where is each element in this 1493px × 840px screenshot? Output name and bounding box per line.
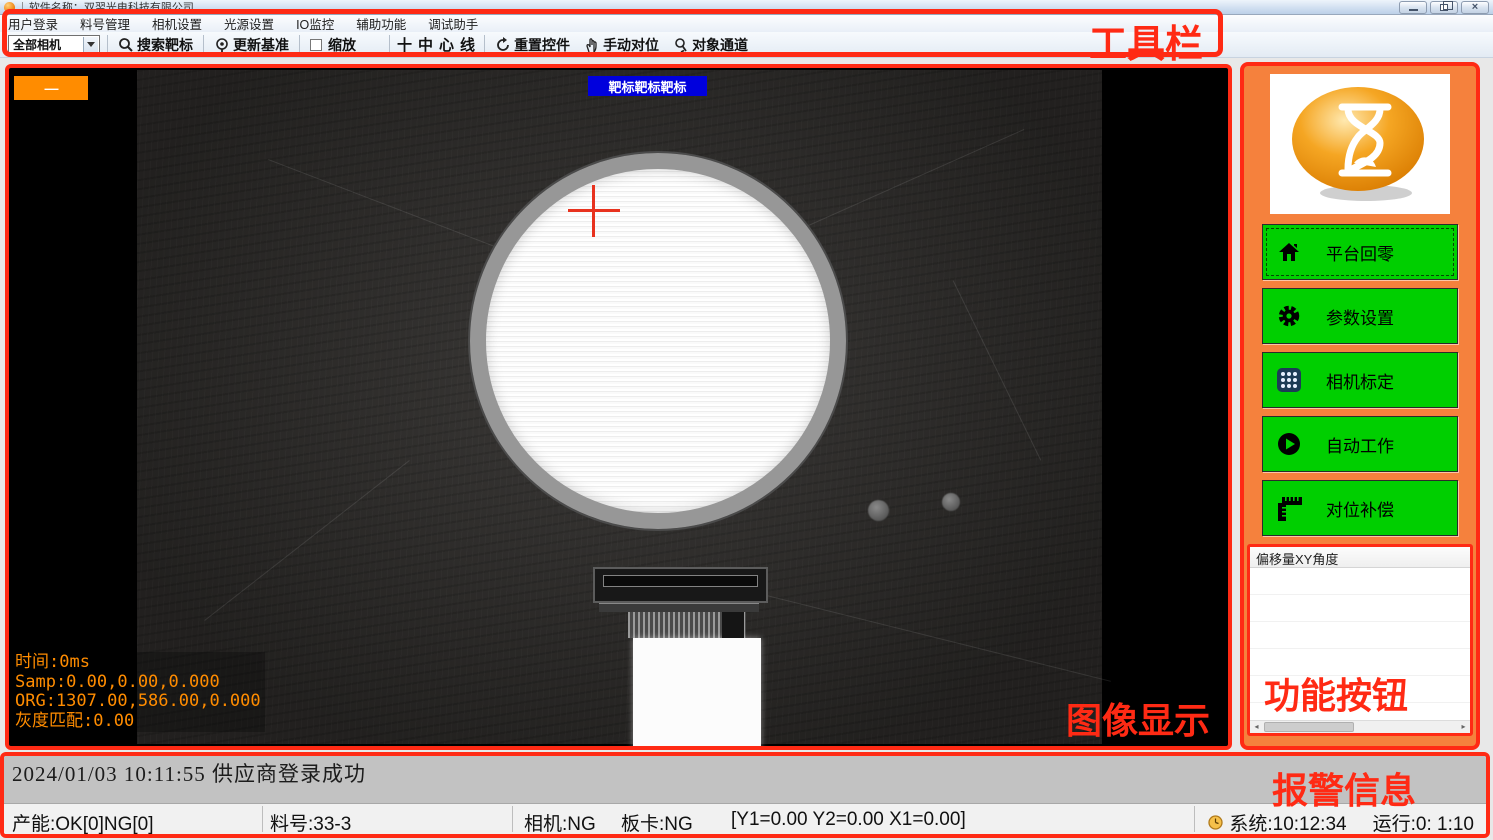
menu-aux-functions[interactable]: 辅助功能 [356, 14, 406, 33]
minimize-button[interactable] [1399, 1, 1427, 14]
baseline-pin-icon [214, 37, 230, 53]
home-icon [1276, 239, 1302, 265]
menu-user-login[interactable]: 用户登录 [8, 14, 58, 33]
offset-list-panel[interactable]: 偏移量XY角度 ◂ ▸ 功能按钮 [1247, 544, 1473, 736]
title-bar: | 软件名称：双翌光电科技有限公司 × [0, 0, 1493, 15]
spot-mark [868, 500, 889, 521]
wafer-disc [470, 153, 846, 529]
mark-cross-button[interactable]: 十 [397, 34, 412, 55]
app-icon [4, 2, 15, 13]
scroll-right-icon[interactable]: ▸ [1457, 721, 1470, 733]
button-label: 参数设置 [1326, 304, 1394, 329]
play-icon [1276, 431, 1302, 457]
axis-coordinates: [Y1=0.00 Y2=0.00 X1=0.00] [731, 809, 966, 831]
restore-button[interactable] [1430, 1, 1458, 14]
offset-list-header: 偏移量XY角度 [1250, 547, 1470, 568]
channel-icon [673, 37, 689, 53]
mark-line-button[interactable]: 线 [460, 34, 475, 55]
ruler-icon [1276, 495, 1302, 521]
keypad-icon [1276, 367, 1302, 393]
camera-tag[interactable]: — [14, 76, 88, 100]
alarm-message-area: 2024/01/03 10:11:55 供应商登录成功 报警信息 [4, 756, 1486, 803]
zoom-checkbox[interactable]: 缩放 [307, 35, 359, 55]
camera-status: 相机:NG [524, 809, 596, 836]
auto-work-button[interactable]: 自动工作 [1262, 416, 1458, 472]
clock-icon [1208, 815, 1223, 830]
manual-align-button[interactable]: 手动对位 [581, 35, 662, 55]
overlay-gray-match: 灰度匹配:0.00 [15, 712, 261, 732]
search-icon [118, 37, 134, 53]
menu-io-monitor[interactable]: IO监控 [296, 14, 334, 33]
close-icon: × [1472, 2, 1478, 13]
logo-box [1270, 74, 1450, 214]
window-title: 软件名称：双翌光电科技有限公司 [29, 0, 194, 15]
ribbon-chip [722, 612, 744, 638]
image-info-overlay: 时间:0ms Samp:0.00,0.00,0.000 ORG:1307.00,… [11, 652, 265, 732]
menu-camera-settings[interactable]: 相机设置 [152, 14, 202, 33]
image-display-area[interactable]: — 靶标靶标靶标 时间:0ms Samp:0.00,0.00,0.000 ORG… [5, 64, 1232, 750]
camera-select-dropdown[interactable]: 全部相机 [8, 35, 100, 55]
alarm-annotation-label: 报警信息 [1272, 762, 1416, 814]
yield-status: 产能:OK[0]NG[0] [12, 809, 153, 836]
gear-icon [1276, 303, 1302, 329]
ribbon-cable [633, 638, 761, 748]
overlay-samp: Samp:0.00,0.00,0.000 [15, 673, 261, 693]
button-label: 相机标定 [1326, 368, 1394, 393]
scroll-left-icon[interactable]: ◂ [1250, 721, 1263, 733]
button-label: 对位补偿 [1326, 496, 1394, 521]
reset-icon [495, 37, 511, 53]
camera-image[interactable] [137, 70, 1102, 744]
function-annotation-label: 功能按钮 [1264, 667, 1408, 719]
update-baseline-button[interactable]: 更新基准 [211, 35, 292, 55]
parameter-settings-button[interactable]: 参数设置 [1262, 288, 1458, 344]
minimize-icon [1409, 9, 1418, 11]
board-status: 板卡:NG [621, 809, 693, 836]
chevron-down-icon [83, 37, 98, 53]
checkbox-icon[interactable] [310, 39, 322, 51]
target-name-label: 靶标靶标靶标 [588, 76, 707, 96]
alarm-message: 2024/01/03 10:11:55 供应商登录成功 [12, 758, 366, 788]
function-panel: 平台回零 参数设置 相机标定 自动工作 对位补偿 偏移量XY角度 ◂ ▸ 功能 [1240, 62, 1480, 750]
bottom-region: 2024/01/03 10:11:55 供应商登录成功 报警信息 产能:OK[0… [0, 752, 1490, 838]
camera-calibration-button[interactable]: 相机标定 [1262, 352, 1458, 408]
tool-bar: 全部相机 搜索靶标 更新基准 缩放 十 中 心 线 重置控件 手动对位 对象通道 [0, 32, 1493, 58]
align-compensation-button[interactable]: 对位补偿 [1262, 480, 1458, 536]
button-label: 平台回零 [1326, 240, 1394, 265]
overlay-time: 时间:0ms [15, 653, 261, 673]
spot-mark [942, 493, 960, 511]
reset-controls-button[interactable]: 重置控件 [492, 35, 573, 55]
menu-material-mgmt[interactable]: 料号管理 [80, 14, 130, 33]
horizontal-scrollbar[interactable]: ◂ ▸ [1250, 720, 1470, 733]
hourglass-logo-icon [1280, 81, 1440, 207]
menu-debug-assistant[interactable]: 调试助手 [428, 14, 478, 33]
object-channel-button[interactable]: 对象通道 [670, 35, 751, 55]
hand-icon [584, 37, 600, 53]
status-bar: 产能:OK[0]NG[0] 料号:33-3 相机:NG 板卡:NG [Y1=0.… [4, 803, 1486, 834]
mark-heart-button[interactable]: 心 [439, 34, 454, 55]
restore-icon [1440, 4, 1448, 11]
material-number: 料号:33-3 [270, 809, 351, 836]
platform-home-button[interactable]: 平台回零 [1262, 224, 1458, 280]
search-target-button[interactable]: 搜索靶标 [115, 35, 196, 55]
menu-bar: 用户登录 料号管理 相机设置 光源设置 IO监控 辅助功能 调试助手 [0, 15, 1493, 32]
mark-center-button[interactable]: 中 [418, 34, 433, 55]
overlay-org: ORG:1307.00,586.00,0.000 [15, 692, 261, 712]
scrollbar-thumb[interactable] [1264, 722, 1354, 732]
fpc-connector [593, 567, 768, 603]
button-label: 自动工作 [1326, 432, 1394, 457]
menu-light-settings[interactable]: 光源设置 [224, 14, 274, 33]
image-annotation-label: 图像显示 [1066, 692, 1210, 744]
close-button[interactable]: × [1461, 1, 1489, 14]
title-separator: | [21, 1, 24, 13]
